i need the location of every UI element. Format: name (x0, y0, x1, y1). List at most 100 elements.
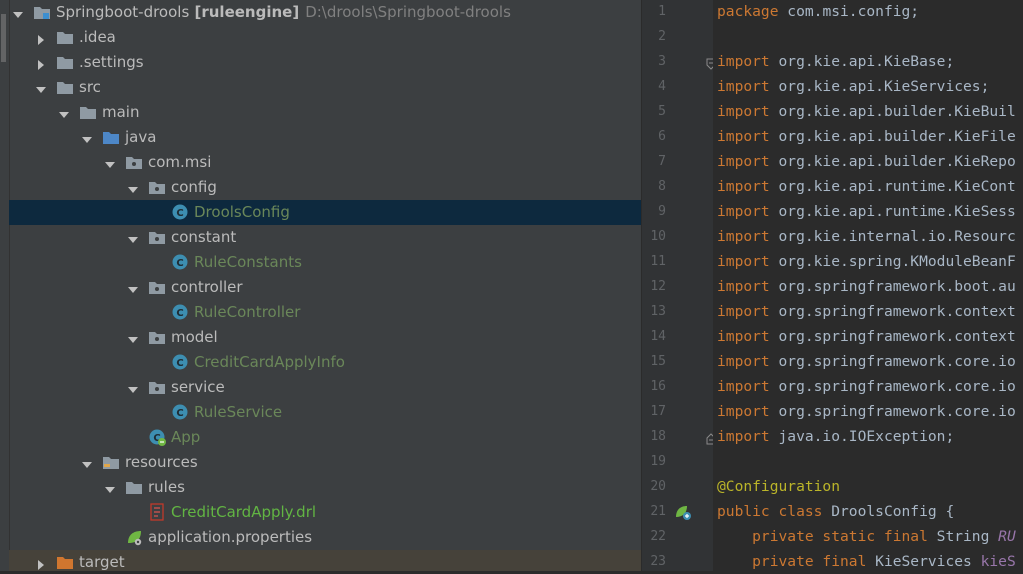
tree-item-idea[interactable]: .idea (9, 25, 641, 50)
folder-icon (56, 28, 74, 46)
tree-item-controller[interactable]: controller (9, 275, 641, 300)
code-token: org.springframework.context (769, 303, 1016, 320)
tree-item-target[interactable]: target (9, 550, 641, 571)
tree-item-ruleservice[interactable]: C RuleService (9, 400, 641, 425)
tree-item-application-properties[interactable]: application.properties (9, 525, 641, 550)
tree-item-config[interactable]: config (9, 175, 641, 200)
tree-item-name: RuleService (194, 403, 283, 421)
tree-item-resources[interactable]: resources (9, 450, 641, 475)
tree-item-name: resources (125, 453, 198, 471)
line-number: 8 (658, 179, 666, 194)
tree-item-name: Springboot-drools (56, 3, 190, 21)
code-token: java.io.IOException; (769, 428, 955, 445)
chevron-down-icon[interactable] (81, 456, 93, 468)
code-token: import (717, 278, 770, 295)
tree-item-label: application.properties (148, 528, 312, 547)
code-line: import org.kie.api.KieBase; (717, 49, 954, 74)
chevron-down-icon[interactable] (127, 381, 139, 393)
tree-item-com-msi[interactable]: com.msi (9, 150, 641, 175)
tree-item-name: java (125, 128, 157, 146)
line-number: 3 (658, 54, 666, 69)
code-token: private final (717, 553, 867, 570)
spring-properties-icon (125, 528, 143, 546)
chevron-down-icon[interactable] (127, 281, 139, 293)
tree-item-label: App (171, 428, 200, 447)
code-token: import (717, 303, 770, 320)
tree-item-app[interactable]: C App (9, 425, 641, 450)
chevron-down-icon[interactable] (104, 481, 116, 493)
svg-text:C: C (176, 258, 183, 269)
code-token: org.springframework.context (769, 328, 1016, 345)
svg-text:C: C (176, 358, 183, 369)
code-line: public class DroolsConfig { (717, 499, 954, 524)
chevron-right-icon[interactable] (35, 556, 47, 570)
spring-boot-class-icon: C (148, 428, 166, 446)
tree-item-constant[interactable]: constant (9, 225, 641, 250)
code-token: import (717, 353, 770, 370)
tree-item-src[interactable]: src (9, 75, 641, 100)
code-token: org.kie.api.builder.KieFile (769, 128, 1016, 145)
tree-item-rules[interactable]: rules (9, 475, 641, 500)
tree-item-name: constant (171, 228, 237, 246)
chevron-right-icon[interactable] (35, 31, 47, 45)
line-number: 6 (658, 129, 666, 144)
tree-item-java[interactable]: java (9, 125, 641, 150)
line-number: 21 (650, 504, 666, 519)
svg-text:C: C (176, 408, 183, 419)
code-line: import org.springframework.core.io (717, 349, 1016, 374)
code-token: org.kie.api.KieServices; (769, 78, 990, 95)
code-token: import (717, 403, 770, 420)
tree-item-label: java (125, 128, 156, 147)
tree-item-main[interactable]: main (9, 100, 641, 125)
line-number: 5 (658, 104, 666, 119)
tree-item-rulecontroller[interactable]: C RuleController (9, 300, 641, 325)
line-number: 4 (658, 79, 666, 94)
tree-item-droolsconfig[interactable]: C DroolsConfig (9, 200, 641, 225)
tree-item-label: Springboot-drools [ruleengine] D:\drools\… (56, 3, 511, 22)
chevron-down-icon[interactable] (104, 156, 116, 168)
code-token: org.kie.api.runtime.KieSess (769, 203, 1016, 220)
editor-gutter: 1 2 3 4 5 6 7 8 9 10 11 12 13 14 15 16 17 18 19 20 21 22 23 (641, 0, 716, 571)
tree-item-springboot-drools[interactable]: Springboot-drools [ruleengine] D:\drools\… (9, 0, 641, 25)
class-icon: C (171, 403, 189, 421)
chevron-down-icon[interactable] (127, 181, 139, 193)
line-number: 16 (650, 379, 666, 394)
code-token: import (717, 328, 770, 345)
code-token: DroolsConfig { (822, 503, 955, 520)
tree-item-model[interactable]: model (9, 325, 641, 350)
code-line: @Configuration (717, 474, 840, 499)
tree-item-name: main (102, 103, 140, 121)
tree-item-name: .settings (79, 53, 144, 71)
chevron-right-icon[interactable] (35, 56, 47, 70)
code-editor[interactable]: package com.msi.config; import org.kie.ap… (713, 0, 1023, 571)
tree-item-name: src (79, 78, 101, 96)
chevron-down-icon[interactable] (12, 6, 24, 18)
code-token: public class (717, 503, 823, 520)
code-line: import org.springframework.core.io (717, 374, 1016, 399)
folder-icon (125, 478, 143, 496)
chevron-down-icon[interactable] (127, 231, 139, 243)
tree-item-creditcardapplyinfo[interactable]: C CreditCardApplyInfo (9, 350, 641, 375)
code-token: RU (998, 528, 1016, 545)
chevron-down-icon[interactable] (35, 81, 47, 93)
code-token: import (717, 228, 770, 245)
chevron-down-icon[interactable] (58, 106, 70, 118)
code-token: org.kie.api.KieBase; (769, 53, 955, 70)
code-token: org.springframework.core.io (769, 378, 1016, 395)
tree-item-creditcardapply-drl[interactable]: CreditCardApply.drl (9, 500, 641, 525)
tree-item-label: .settings (79, 53, 144, 72)
svg-text:C: C (176, 308, 183, 319)
tree-item-ruleconstants[interactable]: C RuleConstants (9, 250, 641, 275)
code-token: import (717, 203, 770, 220)
tree-item-label: constant (171, 228, 236, 247)
tree-item-name: target (79, 553, 125, 571)
code-line: package com.msi.config; (717, 0, 919, 24)
tree-item-settings[interactable]: .settings (9, 50, 641, 75)
tree-item-label: src (79, 78, 101, 97)
code-line: import org.kie.spring.KModuleBeanF (717, 249, 1016, 274)
tree-item-name: CreditCardApply.drl (171, 503, 317, 521)
tree-item-service[interactable]: service (9, 375, 641, 400)
spring-bean-icon[interactable] (674, 503, 692, 525)
chevron-down-icon[interactable] (127, 331, 139, 343)
chevron-down-icon[interactable] (81, 131, 93, 143)
